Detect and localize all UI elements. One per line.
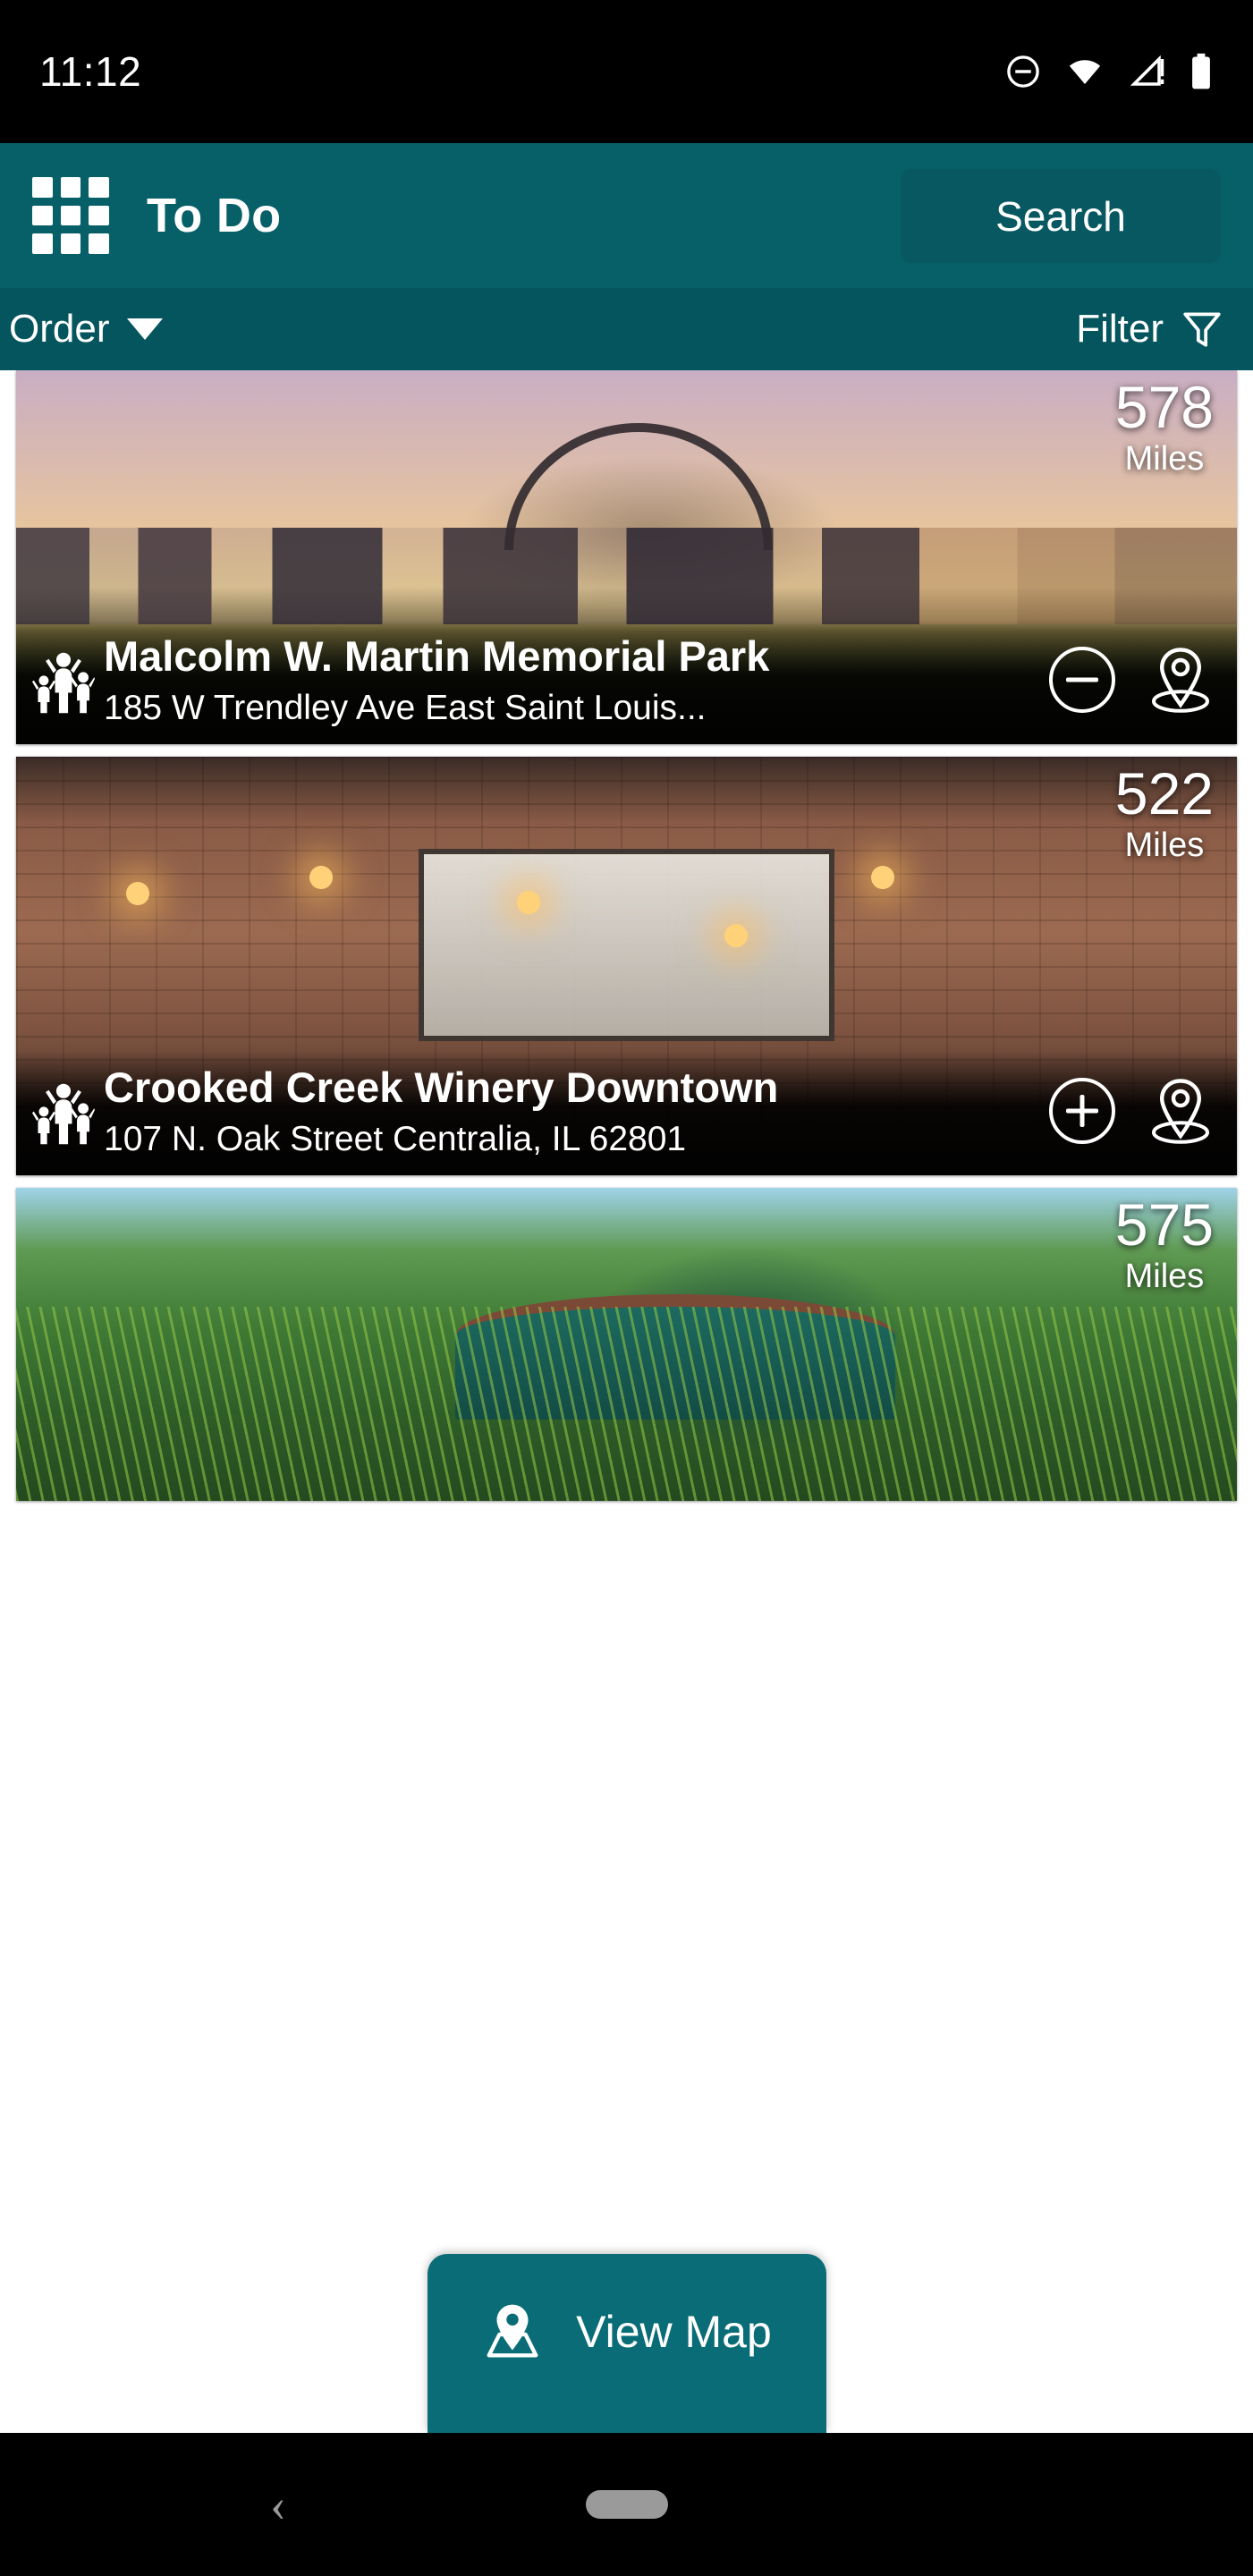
distance-unit: Miles <box>1124 1258 1205 1295</box>
view-map-label: View Map <box>576 2307 772 2357</box>
family-icon <box>32 1083 95 1145</box>
grid-menu-icon[interactable] <box>32 177 109 254</box>
chevron-down-icon <box>127 318 164 340</box>
list-item[interactable]: 522 Miles Crooked Creek Winery Downtown <box>16 757 1237 1175</box>
card-text: Malcolm W. Martin Memorial Park 185 W Tr… <box>104 632 1033 728</box>
distance-badge: 575 Miles <box>1115 1195 1214 1293</box>
map-pin-icon <box>487 2304 538 2358</box>
home-pill-indicator[interactable] <box>585 2490 668 2519</box>
battery-icon <box>1192 53 1210 89</box>
card-actions <box>1049 644 1214 716</box>
todo-list[interactable]: 578 Miles Malcolm W. Martin Memorial Par… <box>0 370 1253 2433</box>
list-item[interactable]: 575 Miles <box>16 1188 1237 1501</box>
status-bar: 11:12 <box>0 0 1253 143</box>
status-clock: 11:12 <box>39 48 142 95</box>
distance-badge: 578 Miles <box>1115 377 1214 476</box>
order-filter-bar: Order Filter <box>0 288 1253 370</box>
place-name: Malcolm W. Martin Memorial Park <box>104 631 770 680</box>
card-info: Crooked Creek Winery Downtown 107 N. Oak… <box>16 1050 1237 1175</box>
distance-value: 522 <box>1114 760 1214 826</box>
search-button[interactable]: Search <box>901 169 1221 263</box>
location-pin-icon[interactable] <box>1147 1075 1214 1147</box>
filter-label: Filter <box>1076 307 1164 351</box>
place-name: Crooked Creek Winery Downtown <box>104 1063 779 1111</box>
distance-badge: 522 Miles <box>1115 764 1214 862</box>
place-address: 107 N. Oak Street Centralia, IL 62801 <box>104 1120 687 1158</box>
page-title: To Do <box>147 189 282 242</box>
card-info: Malcolm W. Martin Memorial Park 185 W Tr… <box>16 619 1237 744</box>
card-text: Crooked Creek Winery Downtown 107 N. Oak… <box>104 1063 1033 1159</box>
filter-control[interactable]: Filter <box>1076 307 1240 352</box>
wifi-icon <box>1069 60 1101 84</box>
list-item[interactable]: 578 Miles Malcolm W. Martin Memorial Par… <box>16 370 1237 744</box>
order-control[interactable]: Order <box>9 307 164 352</box>
distance-value: 578 <box>1114 374 1214 440</box>
distance-unit: Miles <box>1124 440 1205 478</box>
family-icon <box>32 652 95 714</box>
view-map-button[interactable]: View Map <box>427 2254 826 2433</box>
cellular-signal-icon <box>1130 55 1164 86</box>
app-bar: To Do Search <box>0 143 1253 288</box>
back-chevron-icon[interactable]: ‹ <box>270 2480 286 2529</box>
location-pin-icon[interactable] <box>1147 644 1214 716</box>
remove-circle-icon[interactable] <box>1049 647 1115 714</box>
add-circle-icon[interactable] <box>1049 1078 1115 1145</box>
order-label: Order <box>9 307 110 351</box>
place-address: 185 W Trendley Ave East Saint Louis... <box>104 689 707 727</box>
do-not-disturb-icon <box>1007 55 1039 88</box>
system-nav-bar: ‹ <box>0 2433 1253 2576</box>
distance-unit: Miles <box>1124 826 1205 864</box>
status-icons <box>1004 52 1214 91</box>
card-photo <box>16 1188 1237 1501</box>
funnel-icon <box>1183 312 1221 347</box>
card-actions <box>1049 1075 1214 1147</box>
distance-value: 575 <box>1114 1191 1214 1258</box>
